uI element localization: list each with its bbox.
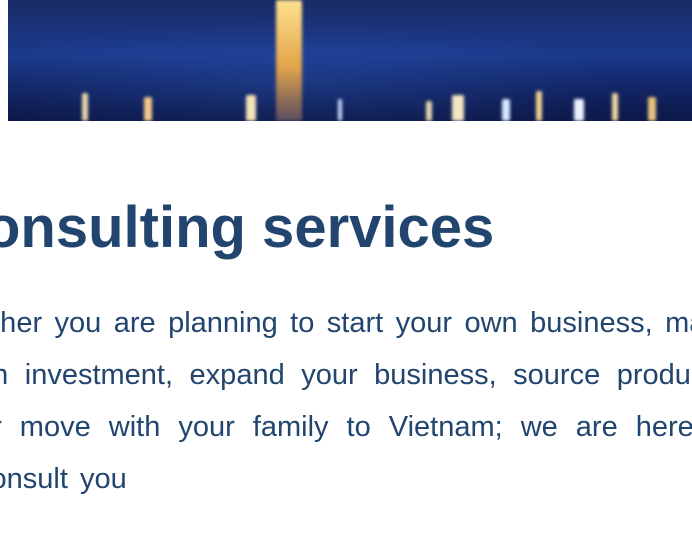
hero-light-reflection bbox=[426, 101, 432, 121]
hero-light-reflection bbox=[536, 91, 542, 121]
hero-light-reflection bbox=[338, 99, 342, 121]
hero-image bbox=[8, 0, 692, 121]
hero-light-reflection bbox=[574, 99, 584, 121]
hero-light-reflection bbox=[246, 95, 256, 121]
hero-light-reflection bbox=[452, 95, 464, 121]
hero-light-reflection bbox=[144, 97, 152, 121]
hero-light-reflection bbox=[502, 99, 510, 121]
hero-light-reflection bbox=[612, 93, 618, 121]
hero-light-reflection bbox=[648, 97, 656, 121]
hero-light-reflection bbox=[276, 0, 302, 121]
hero-water-shade bbox=[8, 58, 692, 121]
section-paragraph: ether you are planning to start your own… bbox=[0, 307, 692, 495]
section-heading: onsulting services bbox=[0, 195, 495, 260]
page: onsulting services ether you are plannin… bbox=[0, 0, 692, 533]
hero-light-reflection bbox=[82, 93, 88, 121]
